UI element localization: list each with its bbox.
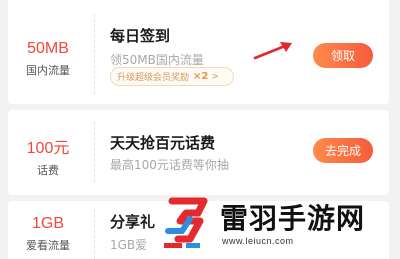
divider <box>94 209 95 259</box>
reward-amount-block: 50MB 国内流量 <box>8 40 88 78</box>
reward-type: 话费 <box>37 164 59 177</box>
divider <box>94 14 95 94</box>
reward-amount: 1GB <box>31 215 64 232</box>
watermark-url: www.leiucn.com <box>222 236 294 246</box>
task-title: 每日签到 <box>110 27 171 45</box>
task-description: 领50MB国内流量 <box>110 53 204 67</box>
task-title: 天天抢百元话费 <box>110 134 216 152</box>
reward-type: 爱看流量 <box>26 239 70 252</box>
task-description: 1GB爱 <box>110 238 148 252</box>
task-card-phone-credit: 100元 话费 天天抢百元话费 最高100元话费等你抽 去完成 <box>8 110 389 195</box>
claim-button[interactable]: 领取 <box>313 43 373 68</box>
multiplier-badge: ×2 <box>193 71 209 82</box>
divider <box>94 122 95 182</box>
leiyu-logo-icon <box>164 197 208 248</box>
watermark-title: 雷羽手游网 <box>220 202 366 235</box>
reward-amount: 100元 <box>26 140 70 157</box>
reward-amount-block: 100元 话费 <box>8 134 88 178</box>
upgrade-vip-link[interactable]: 升级超级会员奖励 ×2 > <box>110 67 234 86</box>
chevron-right-icon: > <box>211 71 219 82</box>
red-arrow-icon <box>253 42 292 60</box>
task-card-signin: 50MB 国内流量 每日签到 领50MB国内流量 升级超级会员奖励 ×2 > 领… <box>8 0 389 104</box>
go-complete-button[interactable]: 去完成 <box>313 138 373 163</box>
reward-amount: 50MB <box>27 40 69 57</box>
task-description: 最高100元话费等你抽 <box>110 158 229 172</box>
task-title: 分享礼 <box>110 213 156 231</box>
upgrade-text: 升级超级会员奖励 <box>117 73 190 83</box>
reward-type: 国内流量 <box>26 64 70 77</box>
reward-amount-block: 1GB 爱看流量 <box>8 215 88 253</box>
